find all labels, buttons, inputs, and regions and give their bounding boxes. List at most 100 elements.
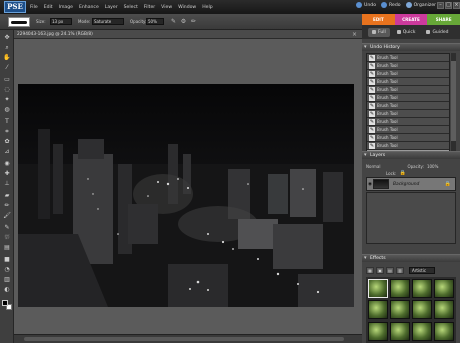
tab-create[interactable]: CREATE	[394, 14, 428, 25]
document-tab[interactable]: 2294043-163.jpg @ 24.1% (RGB/8) ×	[14, 30, 362, 39]
red-eye-tool-icon[interactable]: ◉	[2, 159, 12, 168]
clone-stamp-tool-icon[interactable]: ⊥	[2, 179, 12, 188]
gradient-tool-icon[interactable]: ▤	[2, 243, 12, 252]
effect-thumbnail[interactable]	[390, 279, 410, 298]
menu-select[interactable]: Select	[124, 5, 138, 10]
lock-icon[interactable]: 🔒	[399, 170, 405, 176]
type-tool-icon[interactable]: T	[2, 117, 12, 126]
opacity-field[interactable]: 50%	[146, 18, 164, 25]
subtab-quick[interactable]: Quick	[393, 28, 420, 37]
undo-button[interactable]: Undo	[356, 2, 376, 8]
tab-share[interactable]: SHARE	[427, 14, 460, 25]
minimize-icon[interactable]: –	[437, 2, 444, 9]
all-effects-icon[interactable]: ▥	[396, 266, 404, 274]
undo-history-item[interactable]: ✎ Brush Tool	[367, 110, 449, 118]
effects-category-select[interactable]: Artistic	[409, 266, 435, 274]
organizer-button[interactable]: Organizer	[405, 2, 436, 8]
menu-view[interactable]: View	[161, 5, 172, 10]
effect-thumbnail[interactable]	[390, 300, 410, 320]
effects-panel-header[interactable]: Effects	[362, 254, 460, 262]
pen-icon[interactable]: ✏	[190, 18, 197, 25]
effect-thumbnail[interactable]	[434, 300, 454, 320]
move-tool-icon[interactable]: ✥	[2, 33, 12, 42]
eraser-tool-icon[interactable]: ▰	[2, 191, 12, 200]
photo-effects-icon[interactable]: ▤	[386, 266, 394, 274]
layer-styles-icon[interactable]: ▣	[376, 266, 384, 274]
brush-settings-icon[interactable]: ⚙	[180, 18, 187, 25]
close-icon[interactable]: ×	[453, 2, 460, 9]
menu-layer[interactable]: Layer	[105, 5, 118, 10]
scrollbar-thumb[interactable]	[24, 337, 344, 341]
selection-brush-tool-icon[interactable]: ◍	[2, 105, 12, 114]
subtab-guided[interactable]: Guided	[422, 28, 452, 37]
undo-history-item[interactable]: ✎ Brush Tool	[367, 94, 449, 102]
smart-brush-tool-icon[interactable]: ✎	[2, 223, 12, 232]
effect-thumbnail[interactable]	[368, 321, 388, 341]
undo-history-item[interactable]: ✎ Brush Tool	[367, 118, 449, 126]
paint-bucket-tool-icon[interactable]: ⛆	[2, 233, 12, 242]
effect-thumbnail[interactable]	[368, 279, 388, 298]
undo-scroll-thumb[interactable]	[451, 61, 456, 141]
hand-tool-icon[interactable]: ✋	[2, 53, 12, 62]
undo-item-label: Brush Tool	[377, 111, 398, 116]
horizontal-scrollbar[interactable]	[14, 334, 362, 343]
brush-preset-picker[interactable]	[8, 17, 30, 27]
undo-history-item[interactable]: ✎ Brush Tool	[367, 134, 449, 142]
menu-window[interactable]: Window	[178, 5, 196, 10]
effect-thumbnail[interactable]	[434, 321, 454, 341]
color-swatches[interactable]	[2, 300, 12, 310]
brush-tool-icon[interactable]: 🖌	[2, 211, 12, 220]
sponge-tool-icon[interactable]: ▥	[2, 275, 12, 284]
menu-file[interactable]: File	[30, 5, 38, 10]
pencil-tool-icon[interactable]: ✏	[2, 201, 12, 210]
undo-history-item[interactable]: ✎ Brush Tool	[367, 70, 449, 78]
straighten-tool-icon[interactable]: ⊿	[2, 147, 12, 156]
image-canvas[interactable]	[18, 84, 354, 307]
blur-tool-icon[interactable]: ◔	[2, 265, 12, 274]
cookie-cutter-tool-icon[interactable]: ✿	[2, 137, 12, 146]
effect-thumbnail[interactable]	[412, 321, 432, 341]
maximize-icon[interactable]: □	[445, 2, 452, 9]
menu-help[interactable]: Help	[202, 5, 212, 10]
undo-history-item[interactable]: ✎ Brush Tool	[367, 62, 449, 70]
size-field[interactable]: 13 px	[50, 18, 72, 25]
layer-opacity-field[interactable]: 100%	[427, 164, 438, 169]
effect-thumbnail[interactable]	[412, 300, 432, 320]
undo-history-item[interactable]: ✎ Brush Tool	[367, 126, 449, 134]
close-document-icon[interactable]: ×	[352, 31, 357, 38]
lasso-tool-icon[interactable]: ◌	[2, 85, 12, 94]
crop-tool-icon[interactable]: ⌗	[2, 127, 12, 136]
effect-thumbnail[interactable]	[390, 321, 410, 341]
foreground-color-swatch[interactable]	[2, 300, 8, 306]
shape-tool-icon[interactable]: ■	[2, 255, 12, 264]
mode-select[interactable]: Saturate	[92, 18, 124, 25]
marquee-tool-icon[interactable]: ▭	[2, 75, 12, 84]
menu-edit[interactable]: Edit	[44, 5, 53, 10]
blend-mode-select[interactable]: Normal	[366, 164, 380, 169]
filters-icon[interactable]: ▦	[366, 266, 374, 274]
undo-history-item[interactable]: ✎ Brush Tool	[367, 142, 449, 150]
healing-brush-tool-icon[interactable]: ✚	[2, 169, 12, 178]
menu-filter[interactable]: Filter	[144, 5, 155, 10]
layer-row[interactable]: ◉ Background 🔒	[366, 177, 456, 191]
effect-thumbnail[interactable]	[412, 279, 432, 298]
menu-enhance[interactable]: Enhance	[79, 5, 99, 10]
dodge-tool-icon[interactable]: ◐	[2, 285, 12, 294]
undo-history-item[interactable]: ✎ Brush Tool	[367, 86, 449, 94]
magic-wand-tool-icon[interactable]: ✦	[2, 95, 12, 104]
undo-history-item[interactable]: ✎ Brush Tool	[367, 102, 449, 110]
airbrush-icon[interactable]: ✎	[170, 18, 177, 25]
undo-history-item[interactable]: ✎ Brush Tool	[367, 54, 449, 62]
undo-history-panel-header[interactable]: Undo History	[362, 43, 460, 51]
zoom-tool-icon[interactable]: ⌕	[2, 43, 12, 52]
redo-button[interactable]: Redo	[381, 2, 401, 8]
undo-history-item[interactable]: ✎ Brush Tool	[367, 78, 449, 86]
tab-edit[interactable]: EDIT	[362, 14, 395, 25]
layers-panel-header[interactable]: Layers	[362, 151, 460, 159]
undo-history-scrollbar[interactable]	[451, 53, 456, 159]
subtab-full[interactable]: Full	[368, 27, 390, 37]
effect-thumbnail[interactable]	[368, 300, 388, 320]
eyedropper-tool-icon[interactable]: ⁄	[2, 63, 12, 72]
effect-thumbnail[interactable]	[434, 279, 454, 298]
menu-image[interactable]: Image	[59, 5, 73, 10]
